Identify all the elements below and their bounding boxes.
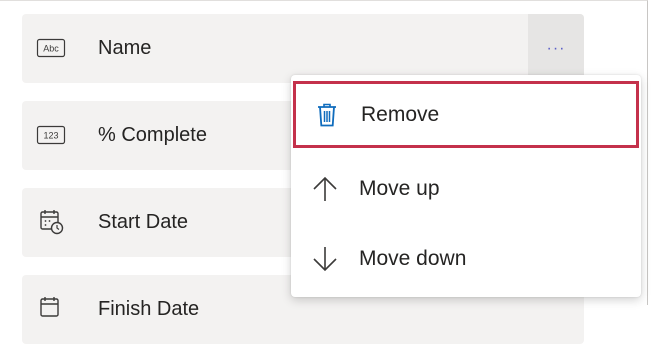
calendar-clock-icon: [36, 295, 66, 323]
trash-icon: [313, 101, 341, 129]
svg-text:123: 123: [43, 131, 58, 141]
field-context-menu: Remove Move up Move down: [291, 75, 641, 297]
menu-item-label: Remove: [361, 102, 440, 126]
more-options-button[interactable]: ···: [528, 14, 584, 83]
arrow-down-icon: [311, 245, 339, 273]
field-row-name[interactable]: Abc Name ···: [22, 14, 584, 83]
menu-item-move-down[interactable]: Move down: [291, 222, 641, 295]
menu-item-remove[interactable]: Remove: [293, 81, 639, 148]
field-label: Start Date: [98, 211, 189, 233]
field-label: % Complete: [98, 124, 207, 146]
svg-text:Abc: Abc: [43, 44, 59, 54]
arrow-up-icon: [311, 175, 339, 203]
number-field-icon: 123: [36, 121, 66, 149]
calendar-clock-icon: [36, 208, 66, 236]
text-field-icon: Abc: [36, 34, 66, 62]
menu-item-label: Move down: [359, 246, 467, 270]
menu-item-move-up[interactable]: Move up: [291, 152, 641, 225]
field-label: Finish Date: [98, 298, 200, 320]
field-label: Name: [98, 37, 152, 59]
menu-item-label: Move up: [359, 176, 440, 200]
